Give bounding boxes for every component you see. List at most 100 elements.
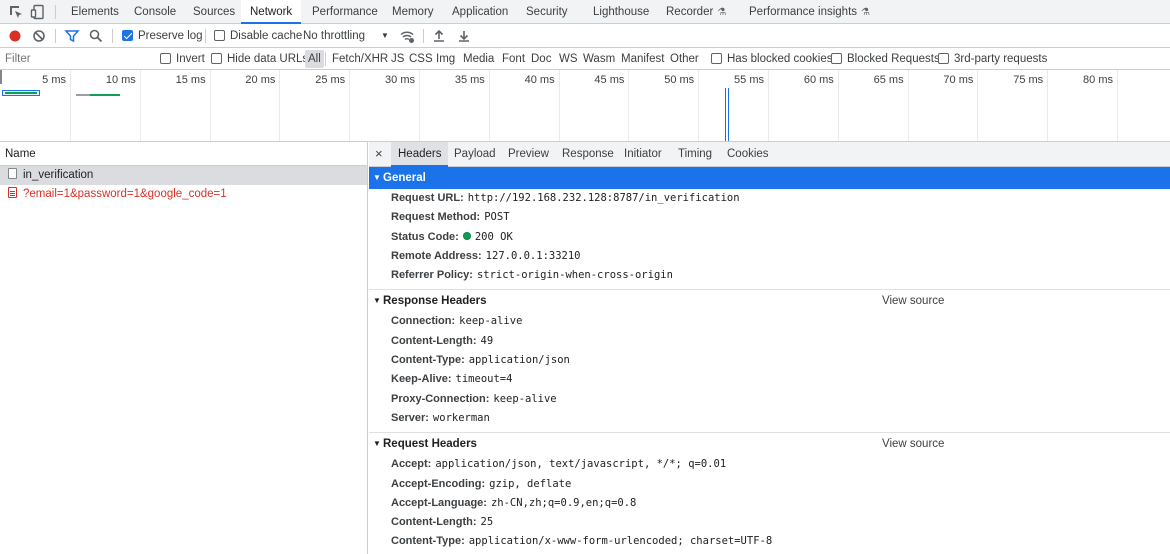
search-icon[interactable]	[88, 28, 104, 44]
tab-initiator[interactable]: Initiator	[617, 142, 669, 167]
checkbox-unchecked[interactable]	[938, 53, 949, 64]
tab-recorder[interactable]: Recorder ⚗	[666, 0, 726, 24]
tab-security[interactable]: Security	[526, 0, 568, 24]
network-conditions-wifi-icon[interactable]	[399, 28, 415, 44]
tab-sources[interactable]: Sources	[193, 0, 235, 24]
header-key: Proxy-Connection:	[391, 392, 490, 405]
device-toolbar-icon[interactable]	[30, 4, 46, 20]
tab-payload[interactable]: Payload	[447, 142, 503, 167]
header-row: Content-Length: 49	[369, 332, 1170, 351]
checkbox-unchecked[interactable]	[711, 53, 722, 64]
filter-type-fetch-xhr[interactable]: Fetch/XHR	[329, 50, 391, 68]
timeline-tick-label: 10 ms	[105, 74, 136, 86]
view-source-link[interactable]: View source	[882, 433, 944, 455]
header-value: POST	[484, 211, 510, 224]
timeline-tick-label: 65 ms	[873, 74, 904, 86]
checkbox-unchecked[interactable]	[211, 53, 222, 64]
hide-data-urls-label: Hide data URLs	[227, 53, 309, 65]
filter-type-manifest[interactable]: Manifest	[618, 50, 667, 68]
preserve-log-label: Preserve log	[138, 30, 203, 42]
header-value: strict-origin-when-cross-origin	[476, 269, 673, 282]
timeline-tick-label: 20 ms	[245, 74, 276, 86]
invert-checkbox[interactable]: Invert	[160, 47, 205, 71]
tab-performance-insights-label: Performance insights	[749, 6, 858, 18]
timeline-gridline	[1117, 70, 1118, 141]
throttling-select[interactable]: No throttling	[303, 24, 365, 48]
third-party-requests-label: 3rd-party requests	[954, 53, 1048, 65]
filter-type-font[interactable]: Font	[499, 50, 528, 68]
timeline-tick-label: 35 ms	[454, 74, 485, 86]
disable-cache-label: Disable cache	[230, 30, 303, 42]
preserve-log-checkbox[interactable]: Preserve log	[122, 24, 203, 48]
filter-type-css[interactable]: CSS	[406, 50, 436, 68]
checkbox-unchecked[interactable]	[214, 30, 225, 41]
tab-application[interactable]: Application	[452, 0, 508, 24]
tab-performance[interactable]: Performance	[312, 0, 378, 24]
filter-type-all[interactable]: All	[305, 50, 324, 68]
tab-network[interactable]: Network	[241, 0, 302, 24]
export-har-download-icon[interactable]	[456, 28, 472, 44]
hide-data-urls-checkbox[interactable]: Hide data URLs	[211, 47, 308, 71]
has-blocked-cookies-checkbox[interactable]: Has blocked cookies	[711, 47, 832, 71]
header-key: Status Code:	[391, 230, 459, 243]
request-list: Name in_verification ?email=1&password=1…	[0, 142, 368, 554]
tab-performance-insights[interactable]: Performance insights ⚗	[749, 0, 870, 24]
tab-elements[interactable]: Elements	[71, 0, 119, 24]
filter-icon[interactable]	[64, 28, 80, 44]
timeline-gridline	[209, 70, 211, 141]
checkbox-checked[interactable]	[122, 30, 133, 41]
filter-bar: Invert Hide data URLs All Fetch/XHR JS C…	[0, 48, 1170, 70]
invert-label: Invert	[176, 53, 205, 65]
request-row[interactable]: ?email=1&password=1&google_code=1	[0, 185, 367, 204]
checkbox-unchecked[interactable]	[160, 53, 171, 64]
inspect-element-icon[interactable]	[8, 4, 24, 20]
header-row: Remote Address: 127.0.0.1:33210	[369, 247, 1170, 266]
tab-console[interactable]: Console	[134, 0, 176, 24]
header-value: application/x-www-form-urlencoded; chars…	[468, 535, 773, 548]
blocked-requests-checkbox[interactable]: Blocked Requests	[831, 47, 940, 71]
column-header-name[interactable]: Name	[0, 142, 367, 166]
clear-icon[interactable]	[31, 28, 47, 44]
header-row: Connection: keep-alive	[369, 312, 1170, 331]
request-row[interactable]: in_verification	[0, 166, 367, 185]
tab-timing[interactable]: Timing	[671, 142, 719, 167]
disable-cache-checkbox[interactable]: Disable cache	[214, 24, 302, 48]
timeline-tick-label: 5 ms	[42, 74, 66, 86]
header-value: application/json	[468, 354, 570, 367]
tab-headers[interactable]: Headers	[391, 142, 449, 167]
timeline-gridline	[279, 70, 281, 141]
checkbox-unchecked[interactable]	[831, 53, 842, 64]
filter-type-wasm[interactable]: Wasm	[580, 50, 618, 68]
filter-type-media[interactable]: Media	[460, 50, 497, 68]
overview-drag-handle[interactable]	[0, 70, 2, 84]
filter-type-ws[interactable]: WS	[556, 50, 581, 68]
section-title: Response Headers	[383, 295, 487, 308]
filter-type-img[interactable]: Img	[433, 50, 458, 68]
header-row: Request Method: POST	[369, 208, 1170, 227]
tab-memory[interactable]: Memory	[392, 0, 434, 24]
record-icon[interactable]	[7, 28, 23, 44]
filter-type-other[interactable]: Other	[667, 50, 702, 68]
header-key: Accept-Encoding:	[391, 477, 486, 490]
request-headers-section-header[interactable]: ▼ Request Headers View source	[369, 433, 1170, 455]
general-section-header[interactable]: ▼ General	[369, 167, 1170, 189]
close-details-icon[interactable]: ×	[375, 142, 383, 166]
tab-cookies[interactable]: Cookies	[720, 142, 776, 167]
header-key: Content-Length:	[391, 334, 477, 347]
network-overview-timeline[interactable]: 5 ms 10 ms 15 ms 20 ms 25 ms 30 ms 35 ms 40 ms 4…	[0, 70, 1170, 142]
import-har-upload-icon[interactable]	[431, 28, 447, 44]
tab-lighthouse[interactable]: Lighthouse	[593, 0, 649, 24]
timeline-gridline	[907, 70, 909, 141]
filter-input[interactable]	[2, 50, 148, 68]
dom-content-loaded-line	[728, 88, 729, 141]
filter-type-doc[interactable]: Doc	[528, 50, 554, 68]
tab-preview[interactable]: Preview	[501, 142, 556, 167]
filter-type-js[interactable]: JS	[388, 50, 407, 68]
timeline-gridline	[977, 70, 979, 141]
response-headers-section-header[interactable]: ▼ Response Headers View source	[369, 290, 1170, 312]
header-key: Content-Type:	[391, 535, 465, 548]
throttling-dropdown-arrow-icon[interactable]: ▼	[381, 24, 389, 48]
view-source-link[interactable]: View source	[882, 290, 944, 312]
third-party-requests-checkbox[interactable]: 3rd-party requests	[938, 47, 1047, 71]
tab-response[interactable]: Response	[555, 142, 621, 167]
